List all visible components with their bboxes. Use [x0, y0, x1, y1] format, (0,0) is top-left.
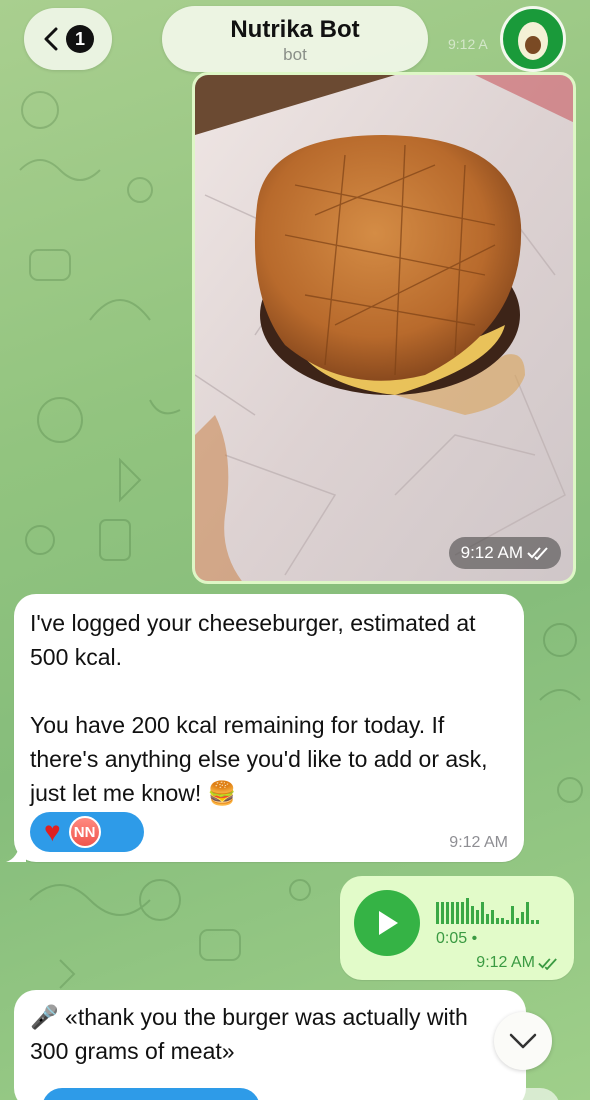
play-button[interactable] — [354, 890, 420, 956]
double-check-icon — [538, 957, 557, 970]
faded-timestamp: 9:12 A — [448, 36, 488, 52]
bot-reply-message[interactable]: I've logged your cheeseburger, estimated… — [6, 594, 524, 862]
transcription-message[interactable]: 🎤 «thank you the burger was actually wit… — [14, 990, 526, 1100]
reactor-avatar: NN — [68, 816, 101, 848]
photo-message[interactable]: 9:12 AM — [192, 72, 576, 584]
bot-reply-time: 9:12 AM — [449, 834, 508, 851]
back-button[interactable]: 1 — [24, 8, 112, 70]
voice-time-label: 9:12 AM — [476, 954, 535, 971]
photo-time-label: 9:12 AM — [460, 543, 523, 562]
chat-subtitle: bot — [283, 45, 307, 64]
avocado-icon — [518, 22, 548, 60]
transcription-text: 🎤 «thank you the burger was actually wit… — [30, 1004, 468, 1064]
unread-count-badge: 1 — [66, 25, 94, 53]
heart-icon: ♥ — [44, 816, 61, 847]
chat-title-pill[interactable]: Nutrika Bot bot — [162, 6, 428, 72]
chat-header: 1 9:12 A Nutrika Bot bot — [0, 0, 590, 78]
chat-title: Nutrika Bot — [230, 16, 360, 43]
inline-keyboard-button[interactable] — [42, 1088, 260, 1100]
photo-timestamp: 9:12 AM — [448, 537, 561, 569]
inline-keyboard-button[interactable] — [344, 1088, 474, 1100]
chevron-left-icon — [44, 27, 58, 51]
voice-timestamp: 9:12 AM — [476, 954, 558, 972]
waveform-icon — [436, 898, 539, 924]
burger-photo — [195, 75, 573, 581]
double-check-icon — [527, 547, 548, 560]
reaction-chip[interactable]: ♥ NN — [30, 812, 144, 852]
scroll-down-button[interactable] — [494, 1012, 552, 1070]
unplayed-dot-icon: • — [471, 930, 478, 947]
inline-keyboard-button[interactable] — [490, 1088, 560, 1100]
bot-reply-text: I've logged your cheeseburger, estimated… — [30, 610, 488, 806]
chevron-down-icon — [509, 1033, 537, 1049]
voice-duration-label: 0:05 — [436, 930, 468, 947]
voice-duration: 0:05 • — [436, 930, 477, 948]
bot-avatar[interactable] — [500, 6, 566, 72]
voice-message[interactable]: 0:05 • 9:12 AM — [340, 876, 574, 980]
bubble-tail — [6, 842, 26, 862]
play-icon — [379, 911, 398, 935]
